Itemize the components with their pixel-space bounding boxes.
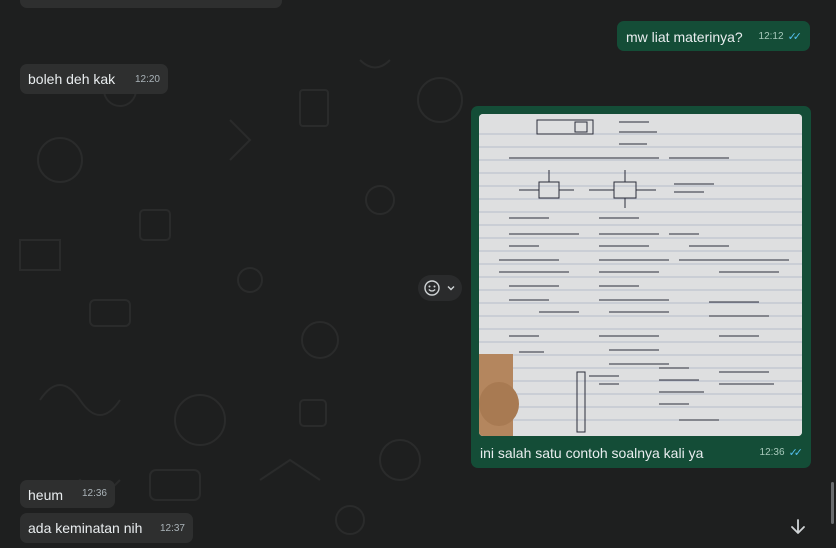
message-bubble-outgoing[interactable]: mw liat materinya? 12:12 ✓✓ [617,21,810,51]
arrow-down-icon [791,519,805,534]
message-time: 12:36 [81,488,107,499]
message-text: boleh deh kak [28,71,116,87]
message-bubble-incoming[interactable]: ada keminatan nih 12:37 [20,513,193,543]
image-caption: ini salah satu contoh soalnya kali ya [480,445,704,461]
message-time: 12:37 [159,523,185,534]
message-meta: 12:12 ✓✓ [758,28,803,46]
double-check-icon: ✓✓ [788,447,804,459]
notebook-photo[interactable] [479,114,802,436]
message-time: 12:36 [759,447,785,458]
message-bubble-incoming[interactable] [20,0,282,8]
chevron-down-icon [447,286,455,291]
message-text: mw liat materinya? [626,29,743,45]
message-meta: 12:20 [135,71,160,89]
message-meta: 12:37 [160,520,185,538]
image-message-bubble[interactable]: ini salah satu contoh soalnya kali ya 12… [471,106,811,468]
scrollbar-thumb[interactable] [831,482,834,524]
message-text: heum [28,487,64,503]
handwritten-notes-image [479,114,802,436]
message-meta: 12:36 ✓✓ [759,444,804,462]
message-meta: 12:36 [82,485,107,503]
smiley-icon [424,280,440,296]
double-check-icon: ✓✓ [787,31,803,43]
message-time: 12:12 [758,31,784,42]
message-time: 12:20 [134,74,160,85]
message-bubble-incoming[interactable]: heum 12:36 [20,480,115,508]
scroll-to-bottom-button[interactable] [785,514,811,540]
message-bubble-incoming[interactable]: boleh deh kak 12:20 [20,64,168,94]
reaction-button[interactable] [418,275,462,301]
message-text: ada keminatan nih [28,520,143,536]
